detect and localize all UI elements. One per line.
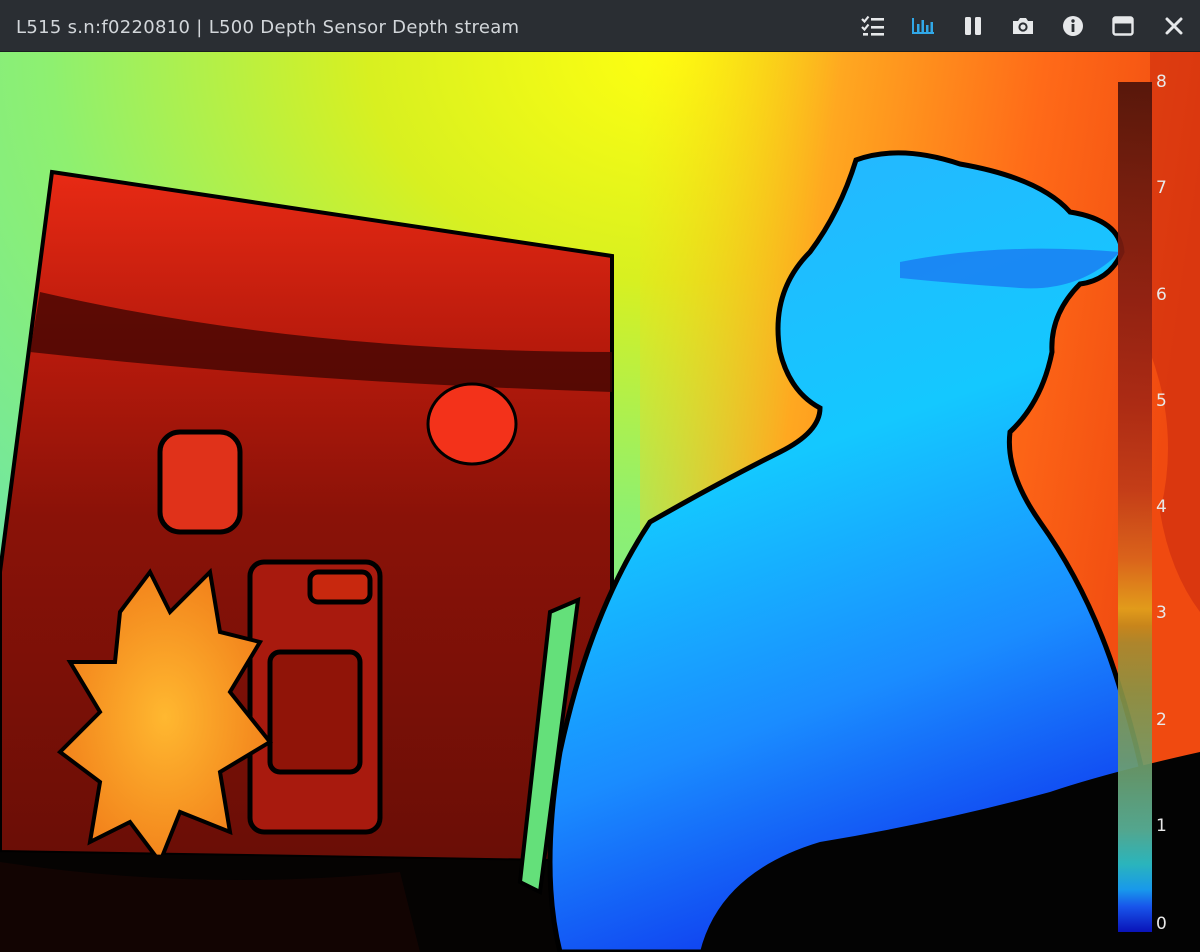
colorbar-tick: 0	[1156, 913, 1167, 934]
metadata-chart-icon	[912, 18, 934, 34]
stream-toolbar	[848, 0, 1200, 52]
pause-button[interactable]	[948, 0, 998, 52]
metadata-button[interactable]	[898, 0, 948, 52]
close-button[interactable]	[1148, 0, 1200, 52]
colorbar-tick: 6	[1156, 284, 1167, 305]
colorbar-tick: 1	[1156, 815, 1167, 836]
colorbar-tick: 3	[1156, 603, 1167, 624]
options-list-icon	[861, 15, 884, 36]
colorbar-tick: 2	[1156, 709, 1167, 730]
camera-snapshot-icon	[1013, 18, 1033, 34]
colorbar-tick: 5	[1156, 390, 1167, 411]
depth-stream-window: L515 s.n:f0220810 | L500 Depth Sensor De…	[0, 0, 1200, 952]
options-button[interactable]	[848, 0, 898, 52]
stream-title-bar: L515 s.n:f0220810 | L500 Depth Sensor De…	[0, 0, 1200, 52]
close-icon	[1165, 17, 1183, 35]
colorbar-tick: 8	[1156, 72, 1167, 92]
info-icon	[1063, 16, 1083, 36]
colorbar-tick: 4	[1156, 497, 1167, 517]
info-button[interactable]	[1048, 0, 1098, 52]
depth-colorbar	[1118, 82, 1152, 932]
depth-image	[0, 52, 1200, 952]
stream-title: L515 s.n:f0220810 | L500 Depth Sensor De…	[16, 17, 520, 38]
maximize-button[interactable]	[1098, 0, 1148, 52]
pause-icon	[965, 17, 981, 35]
maximize-icon	[1112, 16, 1134, 36]
depth-colorbar-ticks: 8 7 6 5 4 3 2 1 0	[1152, 72, 1192, 934]
colorbar-tick: 7	[1156, 178, 1167, 199]
snapshot-button[interactable]	[998, 0, 1048, 52]
depth-stream-view[interactable]: 8 7 6 5 4 3 2 1 0	[0, 52, 1200, 952]
